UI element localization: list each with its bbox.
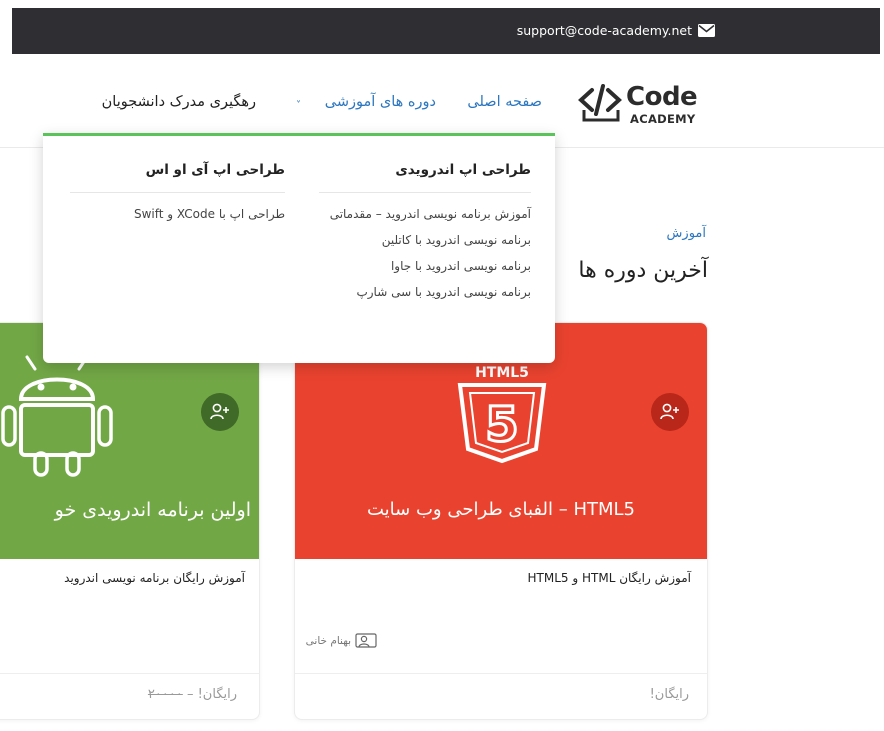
dropdown-item[interactable]: آموزش برنامه نویسی اندروید – مقدماتی bbox=[319, 203, 531, 225]
dropdown-column-ios: طراحی اپ آی او اس طراحی اپ با XCode و Sw… bbox=[70, 136, 285, 229]
site-logo[interactable]: Code ACADEMY bbox=[578, 80, 708, 126]
enroll-button[interactable] bbox=[651, 393, 689, 431]
course-author[interactable]: بهنام خانی bbox=[306, 633, 377, 649]
page: support@code-academy.net Code ACADEMY صف… bbox=[0, 0, 884, 731]
android-robot-icon bbox=[1, 355, 113, 477]
add-user-icon bbox=[210, 403, 229, 420]
course-price: رایگان! – ۲۰۰۰۰ bbox=[148, 687, 237, 702]
section-heading: آخرین دوره ها bbox=[578, 258, 708, 283]
price-separator: – bbox=[182, 687, 198, 702]
teacher-icon bbox=[355, 633, 377, 648]
dropdown-heading-ios[interactable]: طراحی اپ آی او اس bbox=[70, 136, 285, 193]
course-title[interactable]: آموزش رایگان برنامه نویسی اندروید bbox=[64, 571, 245, 585]
banner-title: HTML5 – الفبای طراحی وب سایت bbox=[366, 499, 636, 520]
logo-sub: ACADEMY bbox=[630, 112, 696, 126]
support-email-link[interactable]: support@code-academy.net bbox=[517, 23, 715, 38]
course-price-old: ۲۰۰۰۰ bbox=[147, 687, 183, 702]
html5-badge-text: HTML5 bbox=[475, 365, 529, 381]
courses-dropdown-menu: طراحی اپ اندرویدی آموزش برنامه نویسی اند… bbox=[43, 133, 555, 363]
html5-badge-digit: 5 bbox=[485, 397, 518, 453]
envelope-icon bbox=[698, 24, 715, 37]
dropdown-item[interactable]: برنامه نویسی اندروید با کاتلین bbox=[319, 229, 531, 251]
support-email[interactable]: support@code-academy.net bbox=[517, 23, 692, 38]
course-card-android[interactable]: اولین برنامه اندرویدی خو آموزش رایگان بر… bbox=[0, 322, 260, 720]
enroll-button[interactable] bbox=[201, 393, 239, 431]
dropdown-item[interactable]: طراحی اپ با XCode و Swift bbox=[70, 203, 285, 225]
nav-courses[interactable]: دوره های آموزشی bbox=[325, 94, 436, 110]
dropdown-heading-android[interactable]: طراحی اپ اندرویدی bbox=[319, 136, 531, 193]
breadcrumb[interactable]: آموزش bbox=[667, 226, 706, 241]
card-divider bbox=[295, 673, 707, 674]
course-card-html[interactable]: HTML5 5 HTML5 – الفبای طراحی وب سایت آمو… bbox=[294, 322, 708, 720]
course-title[interactable]: آموزش رایگان HTML و HTML5 bbox=[528, 571, 691, 585]
chevron-down-icon[interactable]: ˅ bbox=[296, 100, 301, 111]
code-tag-icon bbox=[578, 84, 622, 122]
dropdown-item[interactable]: برنامه نویسی اندروید با سی شارپ bbox=[319, 281, 531, 303]
dropdown-item[interactable]: برنامه نویسی اندروید با جاوا bbox=[319, 255, 531, 277]
top-bar: support@code-academy.net bbox=[12, 8, 880, 54]
banner-title: اولین برنامه اندرویدی خو bbox=[54, 499, 251, 521]
course-price-current: رایگان! bbox=[197, 687, 237, 702]
dropdown-column-android: طراحی اپ اندرویدی آموزش برنامه نویسی اند… bbox=[319, 136, 531, 307]
nav-certificate-tracking[interactable]: رهگیری مدرک دانشجویان bbox=[102, 94, 256, 110]
card-divider bbox=[0, 673, 259, 674]
logo-word: Code bbox=[626, 82, 698, 112]
course-price: رایگان! bbox=[649, 687, 689, 702]
nav-home[interactable]: صفحه اصلی bbox=[467, 94, 542, 110]
add-user-icon bbox=[660, 403, 679, 420]
author-name[interactable]: بهنام خانی bbox=[306, 635, 351, 647]
